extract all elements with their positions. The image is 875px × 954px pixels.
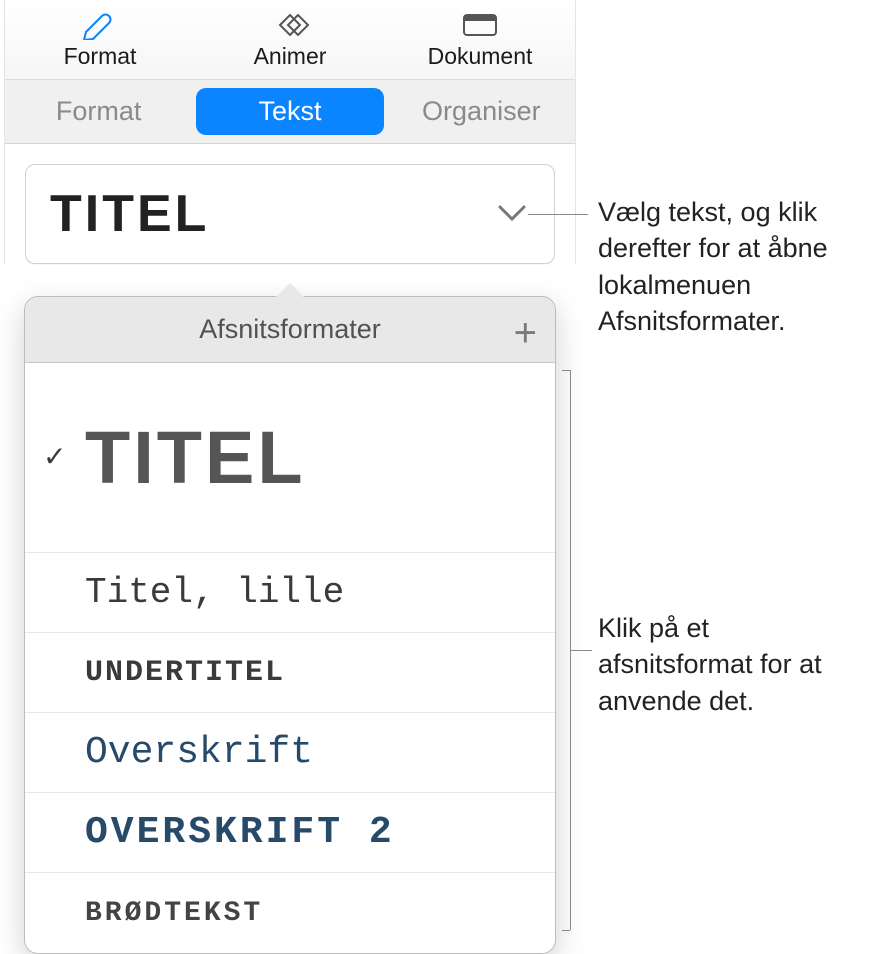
toolbar-animate-label: Animer: [254, 43, 327, 70]
style-option-label: TITEL: [85, 415, 306, 500]
toolbar: Format Animer Dokument: [5, 0, 575, 80]
style-option[interactable]: BRØDTEKST: [25, 873, 555, 953]
toolbar-format-label: Format: [64, 43, 137, 70]
style-option-label: BRØDTEKST: [85, 898, 263, 929]
diamond-icon: [270, 9, 310, 41]
callout-bottom-text: Klik på et afsnitsformat for at anvende …: [598, 613, 822, 716]
inspector-panel: Format Animer Dokument Format Tekst Orga…: [4, 0, 576, 264]
style-option-label: Titel, lille: [85, 572, 344, 613]
callout-leader: [528, 214, 588, 215]
style-option[interactable]: Overskrift: [25, 713, 555, 793]
popover-title: Afsnitsformater: [199, 314, 381, 345]
document-icon: [460, 9, 500, 41]
style-option-label: Overskrift: [85, 731, 313, 774]
style-option[interactable]: UNDERTITEL: [25, 633, 555, 713]
popover-header: Afsnitsformater +: [25, 297, 555, 363]
style-option[interactable]: Titel, lille: [25, 553, 555, 633]
current-style-label: TITEL: [50, 184, 209, 244]
callout-top: Vælg tekst, og klik derefter for at åbne…: [598, 194, 868, 340]
toolbar-animate[interactable]: Animer: [195, 0, 385, 79]
brush-icon: [80, 9, 120, 41]
content-area: TITEL: [5, 144, 575, 264]
toolbar-document-label: Dokument: [428, 43, 533, 70]
style-option-label: OVERSKRIFT 2: [85, 811, 395, 854]
subtab-format[interactable]: Format: [5, 96, 192, 127]
style-option[interactable]: OVERSKRIFT 2: [25, 793, 555, 873]
subtab-text[interactable]: Tekst: [196, 88, 383, 135]
callout-top-text: Vælg tekst, og klik derefter for at åbne…: [598, 197, 828, 336]
style-option-label: UNDERTITEL: [85, 656, 285, 690]
checkmark-icon: ✓: [43, 440, 66, 475]
toolbar-format[interactable]: Format: [5, 0, 195, 79]
add-style-button[interactable]: +: [514, 311, 537, 356]
toolbar-document[interactable]: Dokument: [385, 0, 575, 79]
subtab-organize[interactable]: Organiser: [388, 96, 575, 127]
chevron-down-icon: [498, 205, 526, 228]
popover-list: ✓ TITEL Titel, lille UNDERTITEL Overskrift OV…: [25, 363, 555, 953]
style-option[interactable]: ✓ TITEL: [25, 363, 555, 553]
paragraph-styles-popover: Afsnitsformater + ✓ TITEL Titel, lille UNDE…: [24, 296, 556, 954]
callout-leader: [570, 650, 592, 651]
callout-bottom: Klik på et afsnitsformat for at anvende …: [598, 610, 868, 719]
subtabs: Format Tekst Organiser: [5, 80, 575, 144]
paragraph-style-dropdown[interactable]: TITEL: [25, 164, 555, 264]
